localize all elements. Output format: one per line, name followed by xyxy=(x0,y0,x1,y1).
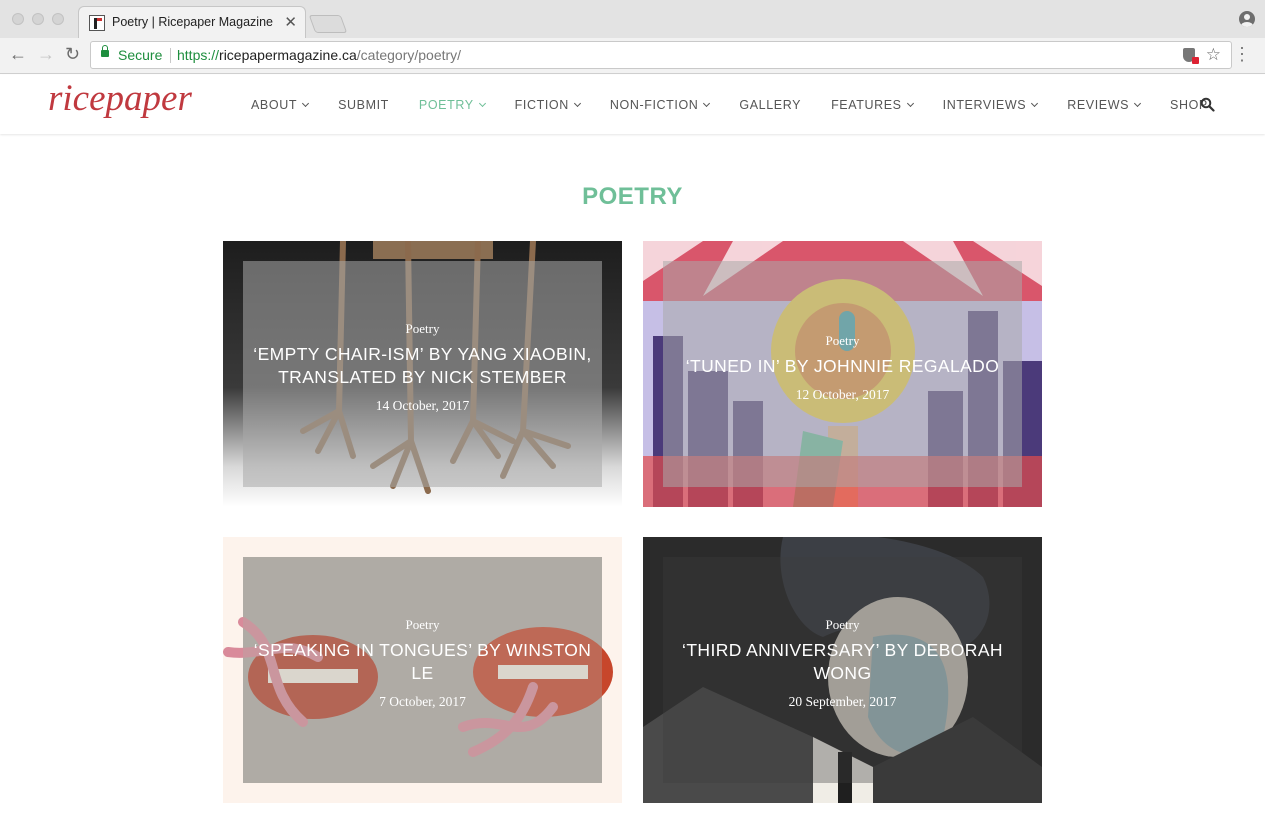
nav-item-gallery[interactable]: GALLERY xyxy=(739,98,801,112)
post-date: 20 September, 2017 xyxy=(788,694,897,709)
card-text: Poetry ‘THIRD ANNIVERSARY’ BY DEBORAH WO… xyxy=(663,617,1022,710)
nav-label: FEATURES xyxy=(831,97,902,112)
favicon-icon xyxy=(89,15,105,31)
card-text: Poetry ‘EMPTY CHAIR-ISM’ BY YANG XIAOBIN… xyxy=(243,321,602,414)
post-date: 7 October, 2017 xyxy=(379,694,466,709)
post-category[interactable]: Poetry xyxy=(663,617,1022,633)
post-title[interactable]: ‘EMPTY CHAIR-ISM’ BY YANG XIAOBIN, TRANS… xyxy=(243,343,602,389)
url-text[interactable]: https://ricepapermagazine.ca/category/po… xyxy=(177,47,461,63)
post-date: 12 October, 2017 xyxy=(795,387,890,402)
chevron-down-icon xyxy=(1134,99,1142,107)
nav-item-non-fiction[interactable]: NON-FICTION xyxy=(609,97,711,112)
post-category[interactable]: Poetry xyxy=(243,617,602,633)
card-text: Poetry ‘TUNED IN’ BY JOHNNIE REGALADO 12… xyxy=(663,333,1022,403)
nav-item-fiction[interactable]: FICTION xyxy=(514,97,581,112)
nav-item-poetry[interactable]: POETRY xyxy=(418,97,486,112)
post-date: 14 October, 2017 xyxy=(375,398,470,413)
url-protocol: https:// xyxy=(177,47,220,63)
secure-label: Secure xyxy=(118,47,163,63)
post-title[interactable]: ‘SPEAKING IN TONGUES’ BY WINSTON LE xyxy=(243,639,602,685)
post-category[interactable]: Poetry xyxy=(243,321,602,337)
post-category[interactable]: Poetry xyxy=(663,333,1022,349)
address-bar[interactable]: Secure https://ricepapermagazine.ca/cate… xyxy=(90,41,1232,69)
tab-strip: Poetry | Ricepaper Magazine ✕ xyxy=(0,0,1265,38)
nav-label: NON-FICTION xyxy=(609,97,699,112)
address-divider xyxy=(170,48,171,63)
chevron-down-icon xyxy=(1031,99,1039,107)
window-minimize-button[interactable] xyxy=(32,13,44,25)
chevron-down-icon xyxy=(478,99,486,107)
search-icon[interactable] xyxy=(1200,97,1215,112)
nav-label: POETRY xyxy=(418,97,474,112)
window-zoom-button[interactable] xyxy=(52,13,64,25)
chevron-down-icon xyxy=(302,99,310,107)
chevron-down-icon xyxy=(573,99,581,107)
reload-icon[interactable]: ↻ xyxy=(65,44,80,64)
bookmark-star-icon[interactable]: ☆ xyxy=(1206,45,1221,65)
forward-icon[interactable]: → xyxy=(37,44,55,64)
nav-label: REVIEWS xyxy=(1067,97,1130,112)
url-path: /category/poetry/ xyxy=(356,47,462,63)
site-header: ricepaper ABOUT SUBMIT POETRY FICTION NO… xyxy=(0,75,1265,134)
browser-chrome: Poetry | Ricepaper Magazine ✕ ← → ↻ Secu… xyxy=(0,0,1265,74)
tab-title: Poetry | Ricepaper Magazine xyxy=(112,15,273,29)
chevron-down-icon xyxy=(906,99,914,107)
nav-item-submit[interactable]: SUBMIT xyxy=(338,98,389,112)
post-card-speaking-in-tongues[interactable]: Poetry ‘SPEAKING IN TONGUES’ BY WINSTON … xyxy=(223,537,622,803)
post-title[interactable]: ‘THIRD ANNIVERSARY’ BY DEBORAH WONG xyxy=(663,639,1022,685)
post-card-tuned-in[interactable]: Poetry ‘TUNED IN’ BY JOHNNIE REGALADO 12… xyxy=(643,241,1042,507)
main-nav: ABOUT SUBMIT POETRY FICTION NON-FICTION … xyxy=(236,75,1223,134)
post-card-third-anniversary[interactable]: Poetry ‘THIRD ANNIVERSARY’ BY DEBORAH WO… xyxy=(643,537,1042,803)
post-title[interactable]: ‘TUNED IN’ BY JOHNNIE REGALADO xyxy=(663,355,1022,378)
chevron-down-icon xyxy=(703,99,711,107)
ricepaper-logo[interactable]: ricepaper xyxy=(46,77,214,129)
page-title: POETRY xyxy=(582,183,683,210)
nav-label: ABOUT xyxy=(251,97,298,112)
post-card-empty-chair-ism[interactable]: Poetry ‘EMPTY CHAIR-ISM’ BY YANG XIAOBIN… xyxy=(223,241,622,507)
nav-label: INTERVIEWS xyxy=(942,97,1027,112)
nav-label: GALLERY xyxy=(739,97,802,112)
nav-item-reviews[interactable]: REVIEWS xyxy=(1067,97,1142,112)
nav-label: FICTION xyxy=(514,97,569,112)
window-close-button[interactable] xyxy=(12,13,24,25)
url-host: ricepapermagazine.ca xyxy=(219,47,357,63)
extension-shield-icon[interactable] xyxy=(1183,48,1199,64)
logo-text: ricepaper xyxy=(48,78,192,119)
browser-menu-icon[interactable]: ⋮ xyxy=(1233,44,1251,64)
card-text: Poetry ‘SPEAKING IN TONGUES’ BY WINSTON … xyxy=(243,617,602,710)
nav-label: SUBMIT xyxy=(338,97,389,112)
nav-item-about[interactable]: ABOUT xyxy=(251,97,310,112)
browser-tab-active[interactable]: Poetry | Ricepaper Magazine ✕ xyxy=(78,6,306,38)
new-tab-button[interactable] xyxy=(308,15,348,33)
lock-icon xyxy=(101,45,109,57)
back-icon[interactable]: ← xyxy=(9,44,27,64)
close-icon[interactable]: ✕ xyxy=(284,13,297,31)
profile-icon[interactable] xyxy=(1239,11,1255,27)
nav-item-features[interactable]: FEATURES xyxy=(831,97,914,112)
nav-item-interviews[interactable]: INTERVIEWS xyxy=(942,97,1039,112)
